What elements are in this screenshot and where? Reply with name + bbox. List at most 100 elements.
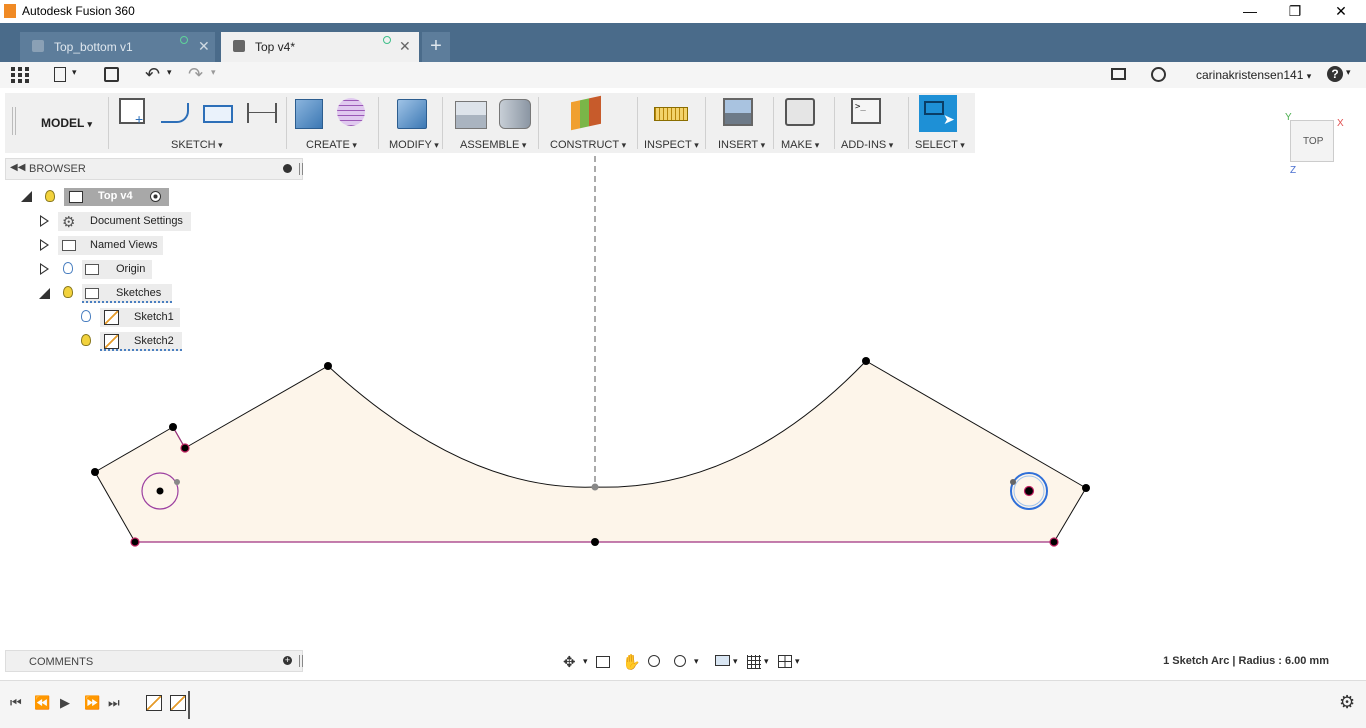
line-tool-icon[interactable] <box>161 103 189 123</box>
timeline-next-icon[interactable]: ⏩ <box>84 695 100 711</box>
workspace-switcher[interactable]: MODEL ▾ <box>41 116 92 130</box>
ribbon-group-insert[interactable]: INSERT <box>718 139 765 151</box>
new-component-icon[interactable] <box>455 101 487 129</box>
new-tab-button[interactable]: + <box>422 32 450 62</box>
browser-minimize-icon[interactable] <box>283 164 292 173</box>
orbit-chevron-icon[interactable]: ▾ <box>583 656 588 667</box>
visibility-bulb-icon[interactable] <box>63 262 73 274</box>
activate-component-icon[interactable] <box>150 191 161 202</box>
insert-image-icon[interactable] <box>723 98 753 126</box>
viewports-chevron-icon[interactable]: ▾ <box>795 656 800 667</box>
display-settings-icon[interactable] <box>715 655 730 666</box>
ribbon-group-inspect[interactable]: INSPECT <box>644 139 699 151</box>
tab-top-v4[interactable]: Top v4* ✕ <box>221 32 419 62</box>
timeline-play-icon[interactable]: ▶ <box>60 695 70 711</box>
restore-button[interactable]: ❐ <box>1272 0 1318 23</box>
visibility-bulb-icon[interactable] <box>45 190 55 202</box>
sketch-canvas[interactable] <box>0 156 1366 650</box>
browser-item-named-views[interactable]: Named Views <box>58 236 163 255</box>
sketch-midpoint[interactable] <box>591 483 599 491</box>
ribbon-group-construct[interactable]: CONSTRUCT <box>550 139 626 151</box>
close-tab-icon[interactable]: ✕ <box>198 38 210 55</box>
browser-item-document-settings[interactable]: ⚙ Document Settings <box>58 212 191 231</box>
visibility-bulb-icon[interactable] <box>63 286 73 298</box>
add-comment-icon[interactable]: + <box>283 656 292 665</box>
browser-item-sketch1[interactable]: Sketch1 <box>100 308 180 327</box>
tab-label: Top v4* <box>255 40 296 54</box>
user-menu[interactable]: carinakristensen141 ▾ <box>1196 68 1311 82</box>
visibility-bulb-icon[interactable] <box>81 310 91 322</box>
grid-settings-icon[interactable] <box>747 655 761 669</box>
timeline-marker[interactable] <box>188 691 190 719</box>
joint-icon[interactable] <box>499 99 531 129</box>
display-chevron-icon[interactable]: ▾ <box>733 656 738 667</box>
redo-icon[interactable]: ↷ <box>188 64 203 85</box>
ribbon-group-make[interactable]: MAKE <box>781 139 819 151</box>
visibility-bulb-icon[interactable] <box>81 334 91 346</box>
extrude-icon[interactable] <box>295 99 323 129</box>
press-pull-icon[interactable] <box>397 99 427 129</box>
create-sketch-icon[interactable]: + <box>119 98 145 126</box>
timeline-sketch-feature-icon[interactable] <box>146 695 162 711</box>
offset-plane-icon[interactable] <box>571 95 601 131</box>
file-menu-chevron-icon[interactable]: ▾ <box>72 67 77 78</box>
viewcube-face-top[interactable]: TOP <box>1303 136 1323 147</box>
sketch-point <box>591 538 599 546</box>
minimize-button[interactable]: — <box>1227 0 1273 23</box>
timeline-last-icon[interactable]: ⏭ <box>108 695 120 711</box>
pan-icon[interactable]: ✋ <box>622 653 641 671</box>
comments-panel-header[interactable]: COMMENTS + <box>5 650 303 672</box>
ribbon-group-sketch[interactable]: SKETCH <box>171 139 223 151</box>
file-icon[interactable] <box>54 67 66 82</box>
undo-icon[interactable]: ↶ <box>145 64 160 85</box>
zoom-icon[interactable] <box>648 655 660 667</box>
fit-icon[interactable] <box>674 655 686 667</box>
look-at-icon[interactable] <box>596 656 610 668</box>
select-tool-icon[interactable]: ➤ <box>919 95 957 132</box>
gear-icon: ⚙ <box>62 214 76 231</box>
ribbon-group-select[interactable]: SELECT <box>915 139 965 151</box>
collapse-sketches-icon[interactable] <box>39 288 50 299</box>
clock-icon[interactable] <box>1151 67 1166 82</box>
dimension-tool-icon[interactable] <box>247 103 277 123</box>
scripts-icon[interactable]: >_ <box>851 98 881 124</box>
viewports-icon[interactable] <box>778 655 792 668</box>
save-icon[interactable] <box>104 67 119 82</box>
timeline: ⏮ ⏪ ▶ ⏩ ⏭ ⚙ <box>0 680 1366 728</box>
browser-grip-icon[interactable] <box>299 163 303 175</box>
redo-chevron-icon[interactable]: ▾ <box>211 67 216 78</box>
comments-grip-icon[interactable] <box>299 655 303 667</box>
ribbon-group-add-ins[interactable]: ADD-INS <box>841 139 893 151</box>
measure-icon[interactable] <box>654 107 688 121</box>
sketch-quadrant-point[interactable] <box>174 479 180 485</box>
chat-icon[interactable] <box>1111 68 1126 80</box>
collapse-root-icon[interactable] <box>21 191 32 202</box>
sketch-profile[interactable] <box>94 360 1087 543</box>
close-window-button[interactable]: ✕ <box>1318 0 1364 23</box>
browser-item-sketch2[interactable]: Sketch2 <box>100 332 182 351</box>
collapse-browser-icon[interactable]: ◀◀ <box>10 162 25 173</box>
browser-header[interactable]: ◀◀ BROWSER <box>5 158 303 180</box>
undo-chevron-icon[interactable]: ▾ <box>167 67 172 78</box>
orbit-icon[interactable]: ✥ <box>563 653 576 671</box>
timeline-gear-icon[interactable]: ⚙ <box>1339 692 1355 713</box>
ribbon-group-modify[interactable]: MODIFY <box>389 139 439 151</box>
ribbon-group-assemble[interactable]: ASSEMBLE <box>460 139 526 151</box>
apps-grid-icon[interactable] <box>11 67 29 83</box>
form-icon[interactable] <box>337 98 365 126</box>
browser-item-origin[interactable]: Origin <box>82 260 152 279</box>
help-chevron-icon[interactable]: ▾ <box>1346 67 1351 78</box>
grid-chevron-icon[interactable]: ▾ <box>764 656 769 667</box>
ribbon-group-create[interactable]: CREATE <box>306 139 357 151</box>
help-icon[interactable]: ? <box>1327 66 1343 82</box>
browser-item-sketches[interactable]: Sketches <box>82 284 172 303</box>
fit-chevron-icon[interactable]: ▾ <box>694 656 699 667</box>
sketch-quadrant-point[interactable] <box>1010 479 1016 485</box>
tab-top-bottom[interactable]: Top_bottom v1 ✕ <box>20 32 215 62</box>
rectangle-tool-icon[interactable] <box>203 105 233 123</box>
timeline-previous-icon[interactable]: ⏪ <box>34 695 50 711</box>
3d-print-icon[interactable] <box>785 98 815 126</box>
close-tab-icon[interactable]: ✕ <box>399 38 411 55</box>
timeline-sketch-feature-icon[interactable] <box>170 695 186 711</box>
timeline-first-icon[interactable]: ⏮ <box>10 695 22 711</box>
